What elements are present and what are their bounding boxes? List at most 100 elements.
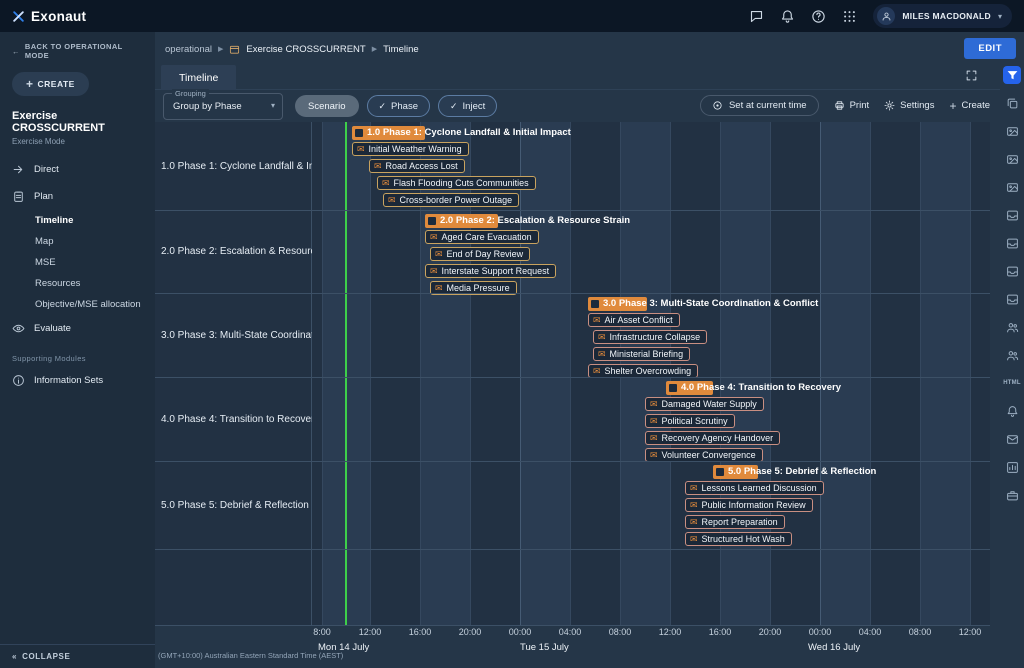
card-image-icon[interactable] (1003, 178, 1021, 196)
tray-icon-4[interactable] (1003, 290, 1021, 308)
inject-label: Public Information Review (702, 500, 806, 510)
sidebar-item-objective-mse-allocation[interactable]: Objective/MSE allocation (0, 294, 155, 315)
user-menu[interactable]: MILES MACDONALD ▾ (873, 4, 1012, 28)
sidebar-item-mse[interactable]: MSE (0, 252, 155, 273)
breadcrumb-exercise[interactable]: Exercise CROSSCURRENT (246, 44, 365, 55)
inject-bar[interactable]: ✉Interstate Support Request (425, 264, 556, 278)
inject-envelope-icon: ✉ (650, 417, 658, 426)
sidebar-item-timeline[interactable]: Timeline (0, 210, 155, 231)
phase-bar[interactable]: 2.0 Phase 2: Escalation & Resource Strai… (425, 214, 498, 228)
sidebar-item-map[interactable]: Map (0, 231, 155, 252)
team-icon[interactable] (1003, 346, 1021, 364)
inject-bar[interactable]: ✉Shelter Overcrowding (588, 364, 698, 378)
tray-icon-2[interactable] (1003, 234, 1021, 252)
inject-label: Ministerial Briefing (610, 349, 684, 359)
inject-bar[interactable]: ✉Lessons Learned Discussion (685, 481, 824, 495)
axis-line (155, 625, 990, 626)
phase-bar[interactable]: 4.0 Phase 4: Transition to Recovery (666, 381, 713, 395)
settings-button[interactable]: Settings (884, 100, 934, 111)
inject-bar[interactable]: ✉Flash Flooding Cuts Communities (377, 176, 536, 190)
inject-bar[interactable]: ✉Cross-border Power Outage (383, 193, 519, 207)
set-at-current-time-button[interactable]: Set at current time (700, 95, 819, 116)
inject-bar[interactable]: ✉Report Preparation (685, 515, 785, 529)
bell-icon[interactable] (780, 9, 795, 24)
back-to-operational-link[interactable]: ← BACK TO OPERATIONAL MODE (12, 42, 143, 60)
html-badge[interactable]: HTML (1003, 374, 1021, 392)
fullscreen-icon[interactable] (965, 69, 978, 82)
inject-bar[interactable]: ✉Aged Care Evacuation (425, 230, 539, 244)
user-name: MILES MACDONALD (902, 11, 991, 21)
breadcrumb-timeline[interactable]: Timeline (383, 44, 419, 55)
phase-bar-label: 1.0 Phase 1: Cyclone Landfall & Initial … (367, 126, 571, 140)
collapse-sidebar-button[interactable]: « COLLAPSE (0, 644, 155, 668)
inject-bar[interactable]: ✉Structured Hot Wash (685, 532, 792, 546)
row-separator (155, 549, 990, 550)
bell-icon[interactable] (1003, 402, 1021, 420)
phase-bar[interactable]: 5.0 Phase 5: Debrief & Reflection (713, 465, 758, 479)
breadcrumb-operational[interactable]: operational (165, 44, 212, 55)
axis-day-label: Mon 14 July (318, 642, 369, 653)
inject-bar[interactable]: ✉Infrastructure Collapse (593, 330, 707, 344)
axis-tick-label: 04:00 (852, 627, 888, 637)
axis-day-label: Tue 15 July (520, 642, 569, 653)
logo-text: Exonaut (31, 9, 86, 24)
inject-bar[interactable]: ✉End of Day Review (430, 247, 530, 261)
gallery-icon[interactable] (1003, 150, 1021, 168)
inject-bar[interactable]: ✉ Ministerial Briefing (593, 347, 690, 361)
apps-grid-icon[interactable] (842, 9, 857, 24)
axis-tick-label: 12:00 (652, 627, 688, 637)
phase-bar[interactable]: 3.0 Phase 3: Multi-State Coordination & … (588, 297, 647, 311)
sidebar-item-plan[interactable]: Plan (0, 183, 155, 210)
edit-button[interactable]: EDIT (964, 38, 1016, 59)
inject-envelope-icon: ✉ (593, 367, 601, 376)
print-button[interactable]: Print (834, 100, 870, 111)
filter-chip-inject[interactable]: ✓Inject (438, 95, 497, 117)
phase-row-label: 1.0 Phase 1: Cyclone Landfall & Initia..… (155, 122, 312, 210)
create-inject-button[interactable]: + Create (949, 99, 990, 113)
inject-bar[interactable]: ✉ Political Scrutiny (645, 414, 735, 428)
briefcase-icon[interactable] (1003, 486, 1021, 504)
filter-icon[interactable] (1003, 66, 1021, 84)
inject-envelope-icon: ✉ (690, 518, 698, 527)
exonaut-logo[interactable]: Exonaut (12, 9, 86, 24)
phase-bar[interactable]: 1.0 Phase 1: Cyclone Landfall & Initial … (352, 126, 425, 140)
sidebar-item-information-sets[interactable]: Information Sets (0, 367, 155, 394)
tray-icon-1[interactable] (1003, 206, 1021, 224)
inject-bar[interactable]: ✉Recovery Agency Handover (645, 431, 780, 445)
filter-chip-label: Phase (391, 101, 418, 112)
target-icon (712, 100, 723, 111)
inject-envelope-icon: ✉ (435, 250, 443, 259)
inject-bar[interactable]: ✉Initial Weather Warning (352, 142, 469, 156)
inject-bar[interactable]: ✉Air Asset Conflict (588, 313, 680, 327)
chat-icon[interactable] (749, 9, 764, 24)
grouping-select[interactable]: Grouping Group by Phase ▾ (163, 93, 283, 120)
info-icon (12, 374, 25, 387)
sidebar-item-resources[interactable]: Resources (0, 273, 155, 294)
users-icon[interactable] (1003, 318, 1021, 336)
supporting-modules-label: Supporting Modules (0, 342, 155, 367)
inject-bar[interactable]: ✉Damaged Water Supply (645, 397, 764, 411)
inject-envelope-icon: ✉ (598, 350, 606, 359)
row-separator (155, 377, 990, 378)
mail-icon[interactable] (1003, 430, 1021, 448)
filter-chip-scenario[interactable]: Scenario (295, 95, 359, 117)
axis-day-label: Wed 16 July (808, 642, 860, 653)
inject-bar[interactable]: ✉Volunteer Convergence (645, 448, 763, 462)
filter-chip-phase[interactable]: ✓Phase (367, 95, 430, 117)
sidebar-item-evaluate[interactable]: Evaluate (0, 315, 155, 342)
inject-label: Structured Hot Wash (702, 534, 785, 544)
inject-bar[interactable]: ✉Public Information Review (685, 498, 813, 512)
breadcrumb-separator-icon: ▶ (218, 45, 223, 53)
copy-icon[interactable] (1003, 94, 1021, 112)
inject-envelope-icon: ✉ (650, 451, 658, 460)
sidebar-item-direct[interactable]: Direct (0, 156, 155, 183)
tray-icon-3[interactable] (1003, 262, 1021, 280)
tab-timeline[interactable]: Timeline (161, 65, 236, 90)
inject-bar[interactable]: ✉Road Access Lost (369, 159, 465, 173)
filter-chip-label: Scenario (308, 101, 346, 112)
chart-icon[interactable] (1003, 458, 1021, 476)
image-icon[interactable] (1003, 122, 1021, 140)
inject-label: Political Scrutiny (662, 416, 728, 426)
create-button[interactable]: + CREATE (12, 72, 89, 96)
help-icon[interactable] (811, 9, 826, 24)
